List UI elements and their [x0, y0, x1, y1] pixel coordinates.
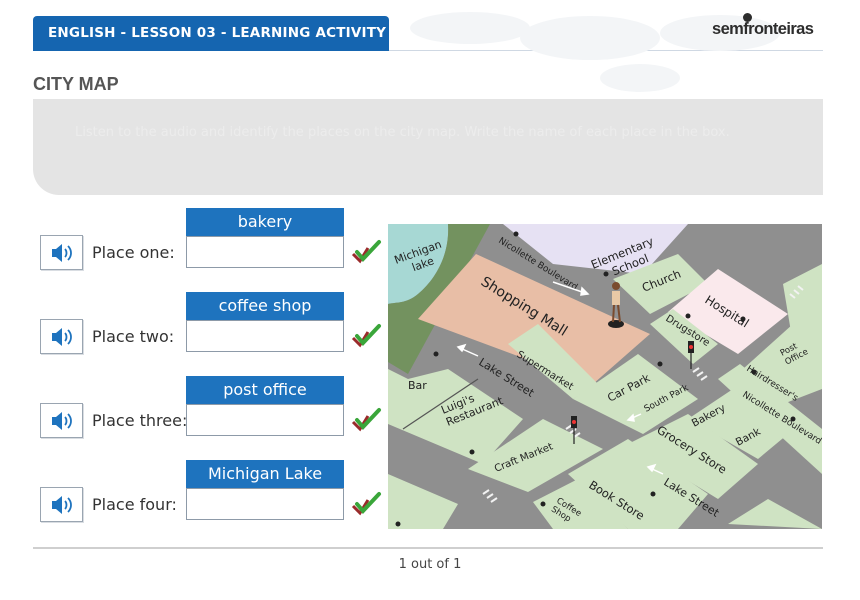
- check-icon: [351, 492, 381, 516]
- instructions-panel: Listen to the audio and identify the pla…: [33, 99, 823, 195]
- footer-divider: [33, 547, 823, 549]
- check-icon: [351, 240, 381, 264]
- answer-input-4[interactable]: [186, 488, 344, 520]
- answer-input-2[interactable]: [186, 320, 344, 352]
- speaker-icon: [52, 244, 72, 262]
- lesson-title: ENGLISH - LESSON 03 - LEARNING ACTIVITY: [33, 16, 389, 51]
- instructions-text: Listen to the audio and identify the pla…: [75, 125, 730, 140]
- answer-chip-2[interactable]: coffee shop: [186, 292, 344, 320]
- speaker-icon: [52, 328, 72, 346]
- page-title: CITY MAP: [33, 74, 119, 94]
- place-label-2: Place two:: [92, 327, 175, 346]
- answer-chip-4[interactable]: Michigan Lake: [186, 460, 344, 488]
- answer-chip-1[interactable]: bakery: [186, 208, 344, 236]
- place-row-2: Place two: coffee shop: [40, 292, 381, 362]
- answer-input-3[interactable]: [186, 404, 344, 436]
- answer-chip-3[interactable]: post office: [186, 376, 344, 404]
- brand-logo: semfronteiras: [712, 13, 827, 43]
- map-label-bar: Bar: [408, 379, 427, 392]
- audio-button-3[interactable]: [40, 403, 83, 438]
- place-label-3: Place three:: [92, 411, 188, 430]
- speaker-icon: [52, 412, 72, 430]
- audio-button-2[interactable]: [40, 319, 83, 354]
- check-icon: [351, 324, 381, 348]
- audio-button-1[interactable]: [40, 235, 83, 270]
- audio-button-4[interactable]: [40, 487, 83, 522]
- place-row-3: Place three: post office: [40, 376, 381, 446]
- pagination-indicator: 1 out of 1: [398, 557, 462, 572]
- place-label-1: Place one:: [92, 243, 175, 262]
- check-icon: [351, 408, 381, 432]
- brand-name: semfronteiras: [712, 20, 814, 38]
- place-row-1: Place one: bakery: [40, 208, 381, 278]
- city-map: Michiganlake Nicollette Boulevard Elemen…: [388, 224, 822, 529]
- answer-input-1[interactable]: [186, 236, 344, 268]
- place-row-4: Place four: Michigan Lake: [40, 460, 381, 530]
- speaker-icon: [52, 496, 72, 514]
- place-label-4: Place four:: [92, 495, 177, 514]
